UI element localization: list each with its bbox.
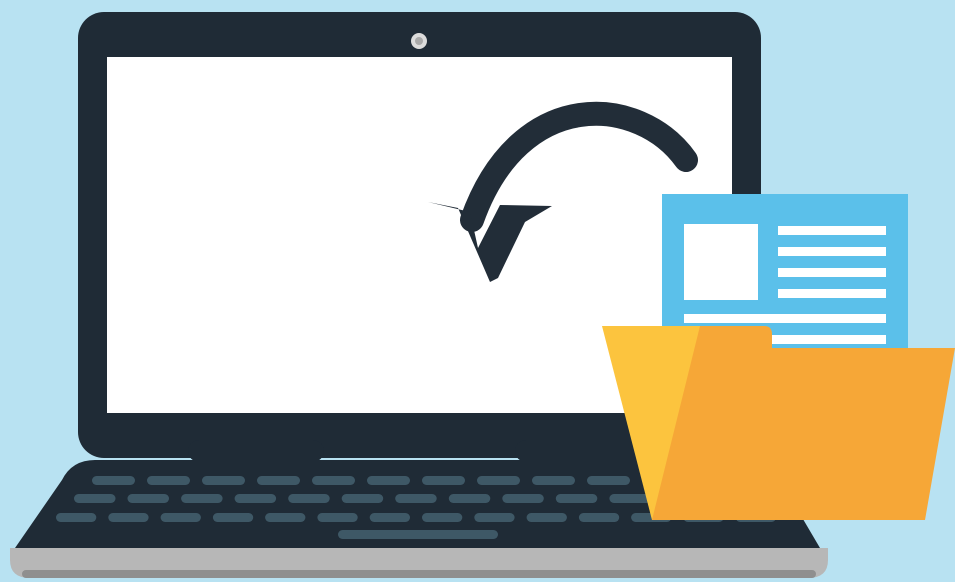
keyboard-key [288, 494, 330, 503]
keyboard-key [555, 494, 598, 503]
keyboard-spacebar [338, 530, 498, 539]
document-line [778, 289, 886, 298]
keyboard-key [147, 476, 190, 485]
keyboard-key [502, 494, 544, 503]
keyboard-key [160, 513, 201, 522]
keyboard-key [587, 476, 630, 485]
keyboard-key [127, 494, 169, 503]
keyboard-key [532, 476, 575, 485]
keyboard-key [578, 513, 620, 522]
keyboard-key [477, 476, 520, 485]
keyboard-key [609, 494, 651, 503]
keyboard-key [312, 476, 355, 485]
keyboard-key [265, 513, 306, 522]
keyboard-key [422, 476, 465, 485]
file-transfer-illustration [0, 0, 955, 582]
folder-front [652, 326, 955, 520]
document-line [778, 247, 886, 256]
keyboard-key [474, 513, 515, 522]
keyboard-key [369, 513, 410, 522]
keyboard-key [56, 513, 97, 522]
keyboard-key [367, 476, 410, 485]
laptop-base-shadow [22, 570, 816, 578]
keyboard-key [92, 476, 135, 485]
keyboard-key [202, 476, 245, 485]
camera-lens [415, 37, 423, 45]
document-line [684, 314, 886, 323]
keyboard-key [422, 513, 463, 522]
hinge-left [188, 440, 324, 462]
keyboard-key [448, 494, 491, 503]
keyboard-key [526, 513, 567, 522]
document-image-block [684, 224, 758, 300]
hinge-right [515, 440, 651, 462]
keyboard-key [317, 513, 358, 522]
keyboard-key [74, 494, 116, 503]
keyboard-key [212, 513, 254, 522]
open-folder-icon [602, 326, 955, 520]
keyboard-key [181, 494, 223, 503]
keyboard-key [395, 494, 437, 503]
document-line [778, 268, 886, 277]
keyboard-key [234, 494, 277, 503]
keyboard-key [257, 476, 300, 485]
keyboard-key [341, 494, 384, 503]
document-line [778, 226, 886, 235]
keyboard-key [108, 513, 149, 522]
